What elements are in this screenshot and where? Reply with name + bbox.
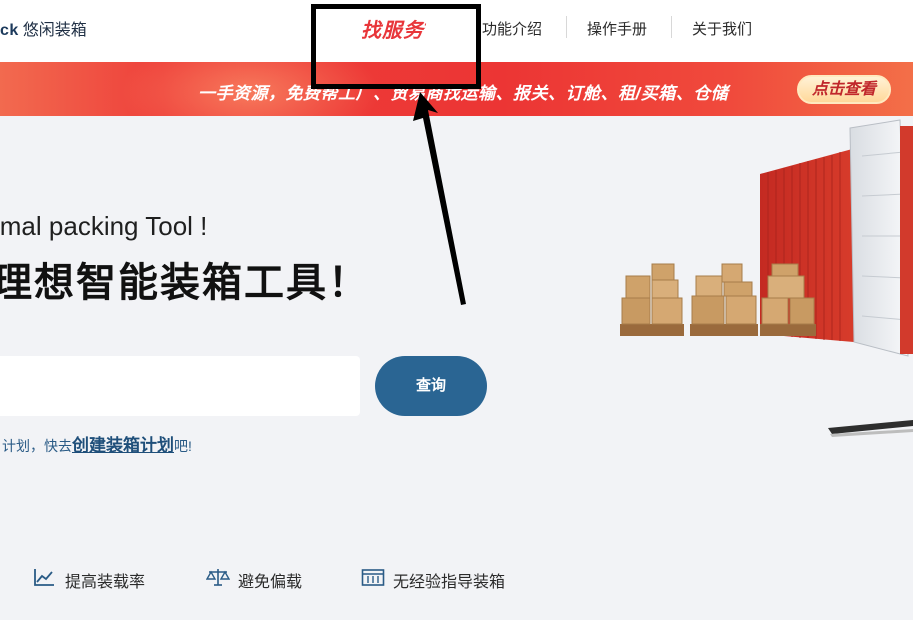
annotation-arrow-icon [413,92,466,305]
